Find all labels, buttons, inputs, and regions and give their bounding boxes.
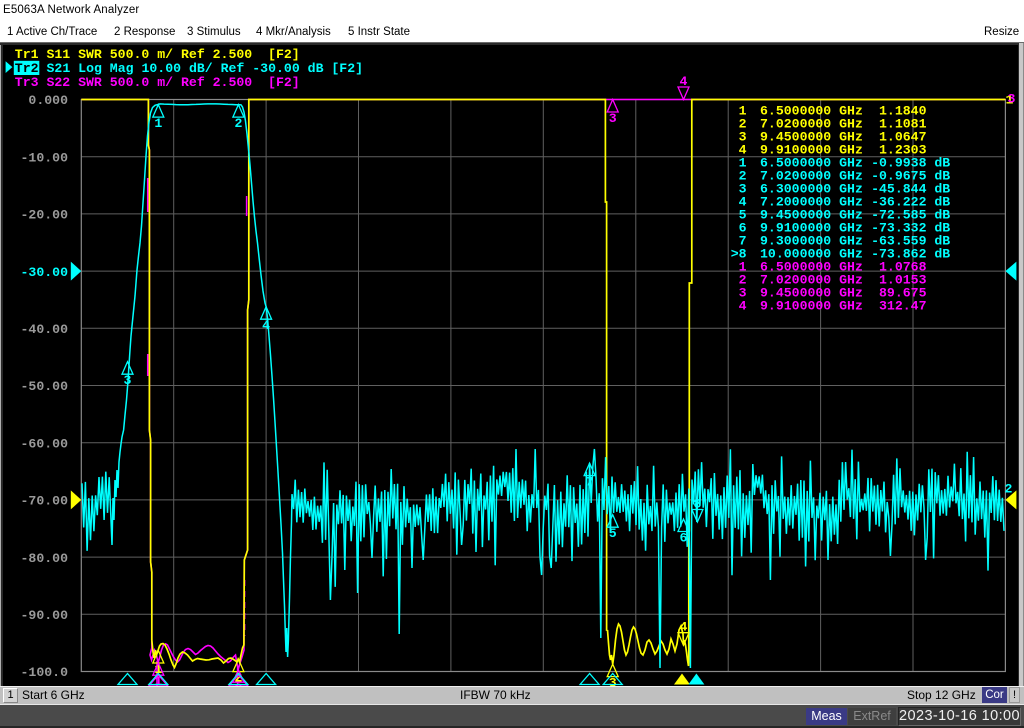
svg-text:5: 5	[609, 526, 617, 541]
svg-text:4: 4	[680, 74, 688, 89]
svg-text:1: 1	[154, 116, 162, 131]
svg-text:4: 4	[680, 620, 688, 635]
svg-text:6: 6	[680, 531, 688, 546]
svg-text:>: >	[731, 247, 739, 262]
svg-text:-40.00: -40.00	[21, 322, 69, 337]
svg-text:-70.00: -70.00	[21, 494, 69, 509]
svg-text:dB: dB	[934, 247, 950, 262]
svg-text:-20.00: -20.00	[21, 208, 69, 223]
svg-text:-80.00: -80.00	[21, 551, 69, 566]
svg-text:4: 4	[262, 318, 270, 333]
svg-text:-100.0: -100.0	[21, 665, 69, 680]
svg-text:-60.00: -60.00	[21, 436, 69, 451]
svg-text:7: 7	[586, 475, 594, 490]
svg-text:-30.00: -30.00	[21, 265, 69, 280]
svg-text:Tr2: Tr2	[15, 61, 39, 76]
svg-text:4: 4	[739, 299, 747, 314]
svg-text:9.9100000 GHz: 9.9100000 GHz	[760, 299, 863, 314]
svg-text:Tr3 S22 SWR 500.0 m/ Ref 2.500: Tr3 S22 SWR 500.0 m/ Ref 2.500 [F2]	[15, 75, 300, 90]
svg-text:2: 2	[1005, 482, 1013, 497]
svg-text:-90.00: -90.00	[21, 608, 69, 623]
svg-text:3: 3	[1008, 92, 1016, 107]
svg-text:312.47: 312.47	[879, 299, 927, 314]
svg-text:8: 8	[693, 497, 701, 512]
svg-text:3: 3	[609, 111, 617, 126]
svg-text:2: 2	[234, 116, 242, 131]
svg-text:3: 3	[124, 373, 132, 388]
svg-text:-50.00: -50.00	[21, 379, 69, 394]
svg-text:Tr1 S11 SWR 500.0 m/ Ref 2.500: Tr1 S11 SWR 500.0 m/ Ref 2.500 [F2]	[15, 47, 300, 62]
svg-text:-10.00: -10.00	[21, 150, 69, 165]
svg-text:0.000: 0.000	[28, 93, 68, 108]
svg-text:S21 Log Mag 10.00 dB/ Ref -30.: S21 Log Mag 10.00 dB/ Ref -30.00 dB [F2]	[47, 61, 364, 76]
